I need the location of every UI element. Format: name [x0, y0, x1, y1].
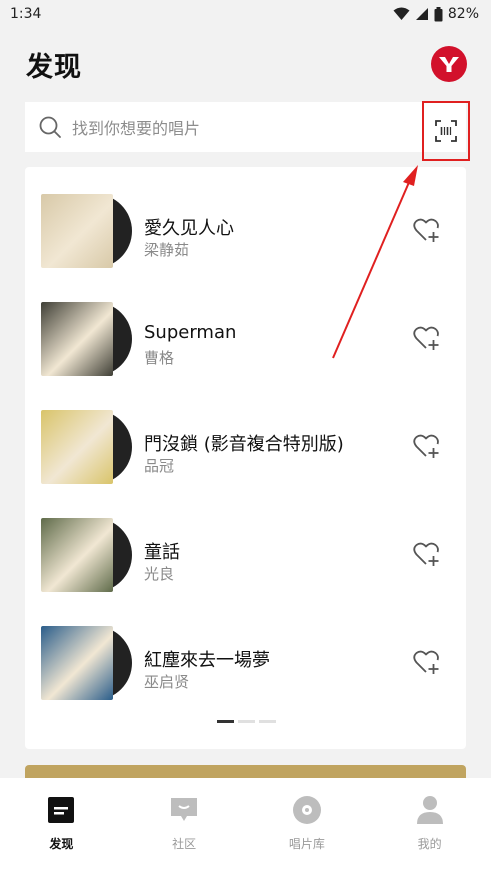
vinyl-disc-icon	[292, 795, 322, 825]
page-indicator	[217, 720, 276, 723]
tab-discover-label: 发现	[49, 837, 74, 851]
album-cover	[41, 410, 113, 484]
page-dot-1	[217, 720, 234, 723]
album-title: Superman	[144, 322, 237, 343]
user-icon	[415, 795, 445, 825]
add-to-favorites-icon[interactable]	[413, 542, 441, 568]
album-cover	[41, 626, 113, 700]
scan-barcode-button[interactable]	[422, 101, 470, 161]
battery-level: 82%	[447, 6, 479, 22]
page-title: 发现	[26, 51, 82, 83]
album-row[interactable]: Superman 曹格	[25, 285, 466, 393]
tab-profile-label: 我的	[417, 837, 442, 851]
search-placeholder: 找到你想要的唱片	[72, 119, 201, 138]
album-artist: 光良	[144, 565, 175, 583]
album-artist: 巫启贤	[144, 673, 190, 691]
album-row[interactable]: 紅塵來去一場夢 巫启贤	[25, 609, 466, 717]
wifi-icon	[393, 7, 410, 20]
page-dot-2	[238, 720, 255, 723]
status-bar: 1:34 82%	[0, 0, 491, 28]
avatar[interactable]	[431, 46, 467, 82]
tab-profile[interactable]: 我的	[368, 778, 491, 873]
album-row[interactable]: 童話 光良	[25, 501, 466, 609]
avatar-logo-icon	[439, 57, 459, 72]
search-bar[interactable]: 找到你想要的唱片	[25, 102, 466, 152]
album-cover	[41, 518, 113, 592]
community-icon	[169, 795, 199, 825]
album-title: 童話	[144, 542, 180, 563]
album-title: 愛久见人心	[144, 218, 234, 239]
barcode-scan-icon	[435, 120, 457, 142]
add-to-favorites-icon[interactable]	[413, 650, 441, 676]
status-icons: 82%	[393, 6, 479, 22]
search-icon	[39, 116, 61, 138]
album-cover	[41, 194, 113, 268]
tab-discover[interactable]: 发现	[0, 778, 123, 873]
album-title: 門沒鎖 (影音複合特別版)	[144, 434, 344, 455]
page-dot-3	[259, 720, 276, 723]
album-row[interactable]: 門沒鎖 (影音複合特別版) 品冠	[25, 393, 466, 501]
album-cover	[41, 302, 113, 376]
album-list-card: 愛久见人心 梁静茹 Superman 曹格 門沒鎖 (影音複合特別版) 品冠 童…	[25, 167, 466, 749]
album-artist: 曹格	[144, 349, 175, 367]
signal-icon	[415, 8, 428, 20]
tab-community[interactable]: 社区	[123, 778, 246, 873]
bottom-tab-bar: 发现 社区 唱片库 我的	[0, 778, 491, 873]
battery-icon	[434, 6, 443, 21]
tab-record-library[interactable]: 唱片库	[246, 778, 369, 873]
album-artist: 梁静茹	[144, 241, 190, 259]
add-to-favorites-icon[interactable]	[413, 218, 441, 244]
add-to-favorites-icon[interactable]	[413, 434, 441, 460]
add-to-favorites-icon[interactable]	[413, 326, 441, 352]
album-title: 紅塵來去一場夢	[144, 650, 270, 671]
tab-community-label: 社区	[172, 837, 197, 851]
album-artist: 品冠	[144, 457, 175, 475]
tab-record-library-label: 唱片库	[288, 837, 325, 851]
header: 发现	[0, 34, 491, 94]
album-row[interactable]: 愛久见人心 梁静茹	[25, 177, 466, 285]
status-time: 1:34	[10, 6, 42, 22]
discover-icon	[46, 795, 76, 825]
